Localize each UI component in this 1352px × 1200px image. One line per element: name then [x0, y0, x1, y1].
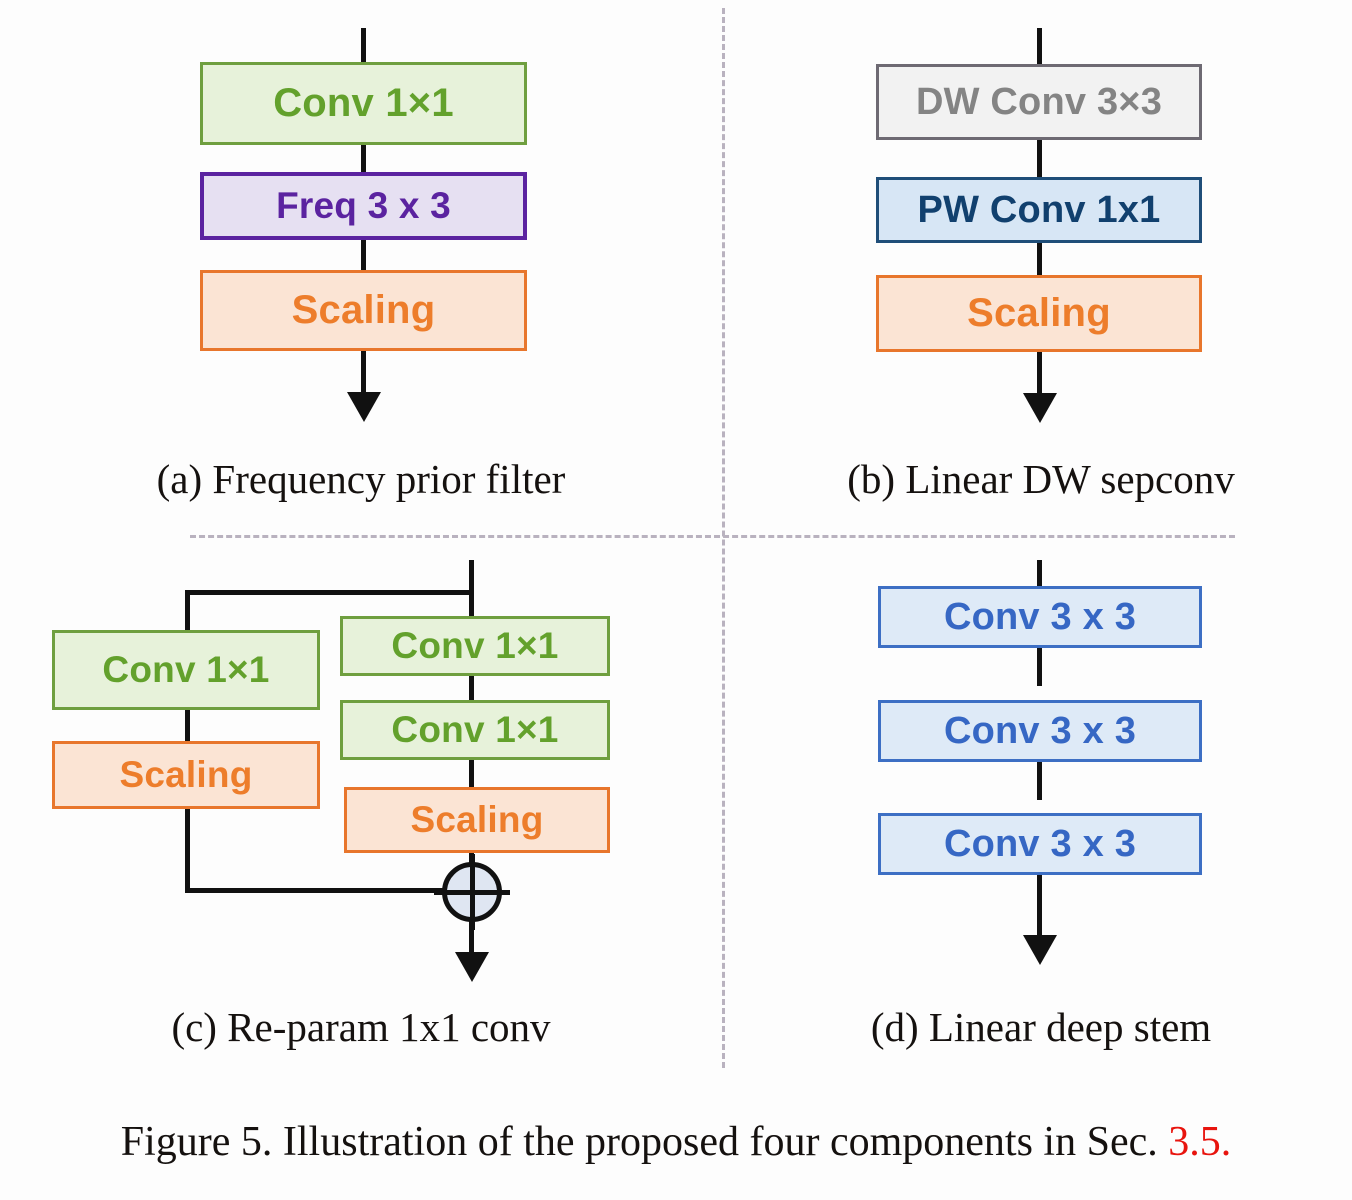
panel-c-right-connector-2 — [469, 758, 474, 788]
block-label: Conv 1×1 — [102, 649, 270, 690]
panel-b-output-arrowhead — [1023, 393, 1057, 423]
block-label: Scaling — [291, 288, 436, 332]
panel-a-caption: (a) Frequency prior filter — [156, 456, 566, 502]
panel-b-connector-2 — [1037, 241, 1042, 277]
panel-d-caption: (d) Linear deep stem — [870, 1004, 1212, 1050]
panel-c-left-merge-drop — [185, 807, 190, 892]
panel-c-left-branch-entry — [185, 590, 190, 630]
panel-a-output-line — [361, 350, 366, 396]
figure-caption-text: Figure 5. Illustration of the proposed f… — [120, 1119, 1158, 1165]
panel-d-block-conv3x3-first: Conv 3 x 3 — [878, 586, 1202, 648]
block-label: PW Conv 1x1 — [917, 188, 1161, 231]
block-label: Conv 1×1 — [391, 625, 559, 666]
panel-b-caption: (b) Linear DW sepconv — [847, 456, 1235, 502]
panel-b-output-line — [1037, 351, 1042, 397]
panel-c-right-block-conv1x1-second: Conv 1×1 — [340, 700, 610, 760]
plus-vertical-stroke — [470, 854, 475, 930]
block-label: Conv 3 x 3 — [943, 822, 1137, 865]
horizontal-divider — [190, 535, 1235, 538]
block-label: Conv 1×1 — [391, 709, 559, 750]
panel-c-right-block-scaling: Scaling — [344, 787, 610, 853]
panel-d-block-conv3x3-second: Conv 3 x 3 — [878, 700, 1202, 762]
panel-b-block-dwconv3x3: DW Conv 3×3 — [876, 64, 1202, 140]
panel-a-block-scaling: Scaling — [200, 270, 527, 351]
panel-d-output-line — [1037, 873, 1042, 939]
panel-b-connector-1 — [1037, 139, 1042, 177]
panel-c-output-arrowhead — [455, 952, 489, 982]
panel-c-right-connector-1 — [469, 674, 474, 702]
panel-a-connector-1 — [361, 144, 366, 174]
panel-c-left-block-conv1x1: Conv 1×1 — [52, 630, 320, 710]
figure-illustration: Conv 1×1 Freq 3 x 3 Scaling (a) Frequenc… — [0, 0, 1352, 1200]
block-label: DW Conv 3×3 — [915, 80, 1163, 123]
panel-c-left-connector-1 — [185, 708, 190, 743]
panel-a-connector-2 — [361, 238, 366, 272]
panel-a-output-arrowhead — [347, 392, 381, 422]
panel-d-block-conv3x3-third: Conv 3 x 3 — [878, 813, 1202, 875]
block-label: Conv 3 x 3 — [943, 709, 1137, 752]
panel-c-caption: (c) Re-param 1x1 conv — [171, 1004, 551, 1050]
merge-add-icon — [434, 854, 510, 930]
vertical-divider — [722, 8, 725, 1068]
block-label: Scaling — [119, 754, 253, 795]
panel-c-right-branch-entry — [469, 590, 474, 618]
panel-d-input-line — [1037, 560, 1042, 586]
block-label: Freq 3 x 3 — [276, 185, 451, 226]
block-label: Scaling — [410, 799, 544, 840]
panel-c-left-merge-bar — [185, 888, 455, 893]
figure-caption-section-ref: 3.5. — [1168, 1119, 1232, 1165]
block-label: Scaling — [967, 291, 1111, 335]
panel-c-split-bar — [185, 590, 474, 595]
panel-c-right-block-conv1x1-first: Conv 1×1 — [340, 616, 610, 676]
figure-caption: Figure 5. Illustration of the proposed f… — [0, 1118, 1352, 1166]
panel-b-block-pwconv1x1: PW Conv 1x1 — [876, 177, 1202, 243]
panel-a-block-freq3x3: Freq 3 x 3 — [200, 172, 527, 240]
panel-d-output-arrowhead — [1023, 935, 1057, 965]
block-label: Conv 1×1 — [273, 81, 454, 125]
panel-a-block-conv1x1: Conv 1×1 — [200, 62, 527, 145]
panel-c-left-block-scaling: Scaling — [52, 741, 320, 809]
panel-b-input-line — [1037, 28, 1042, 66]
panel-d-connector-2 — [1037, 760, 1042, 800]
block-label: Conv 3 x 3 — [943, 595, 1137, 638]
panel-d-connector-1 — [1037, 646, 1042, 686]
panel-b-block-scaling: Scaling — [876, 275, 1202, 352]
